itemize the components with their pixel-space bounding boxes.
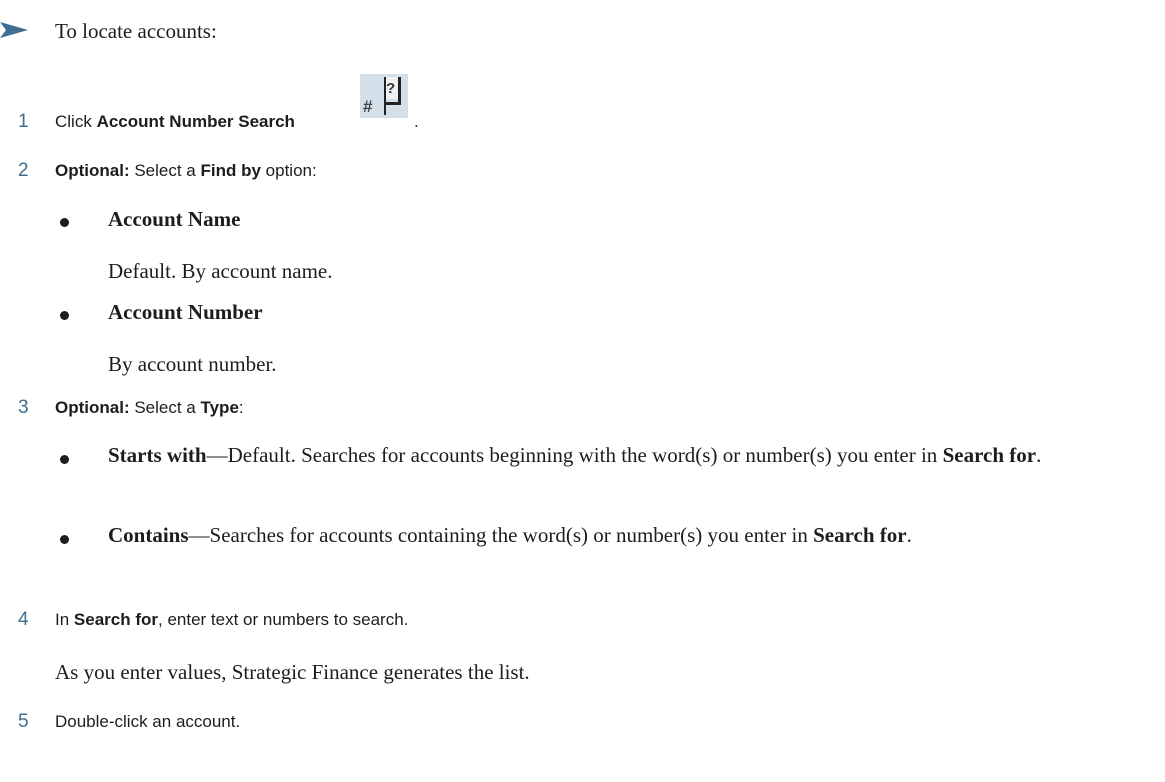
optional-label: Optional: (55, 161, 130, 180)
period: . (414, 112, 419, 131)
step-number: 2 (18, 160, 29, 181)
option-name: Account Name (108, 207, 241, 231)
bullet-icon (60, 535, 69, 544)
svg-text:#: # (363, 97, 373, 116)
step-1-text: Click Account Number Search (55, 112, 295, 131)
step-3-text: Optional: Select a Type: (55, 398, 244, 417)
step-2-text: Optional: Select a Find by option: (55, 161, 317, 180)
step-number: 4 (18, 609, 29, 630)
ui-label-type: Type (200, 398, 239, 417)
ui-label-search-for: Search for (73, 610, 158, 629)
option-name: Account Number (108, 300, 263, 324)
svg-text:?: ? (386, 80, 395, 97)
option-contains: Contains—Searches for accounts containin… (108, 523, 912, 547)
step-4-text: In Search for, enter text or numbers to … (55, 610, 409, 629)
ui-label-find-by: Find by (200, 161, 261, 180)
option-description: By account number. (108, 352, 277, 376)
step-5-text: Double-click an account. (55, 712, 241, 731)
step-4-note: As you enter values, Strategic Finance g… (55, 660, 530, 684)
ui-label-account-number-search: Account Number Search (96, 112, 295, 131)
bullet-icon (60, 218, 69, 227)
optional-label: Optional: (55, 398, 130, 417)
step-number: 1 (18, 111, 29, 132)
document-page: To locate accounts: 1 Click Account Numb… (0, 0, 1165, 782)
step-number: 3 (18, 397, 29, 418)
option-description: Default. By account name. (108, 259, 333, 283)
step-number: 5 (18, 711, 29, 732)
option-starts-with: Starts with—Default. Searches for accoun… (108, 443, 1042, 467)
account-number-search-icon: ? # (360, 74, 408, 118)
arrow-right-icon (0, 22, 28, 38)
bullet-icon (60, 455, 69, 464)
bullet-icon (60, 311, 69, 320)
procedure-intro: To locate accounts: (55, 19, 217, 43)
